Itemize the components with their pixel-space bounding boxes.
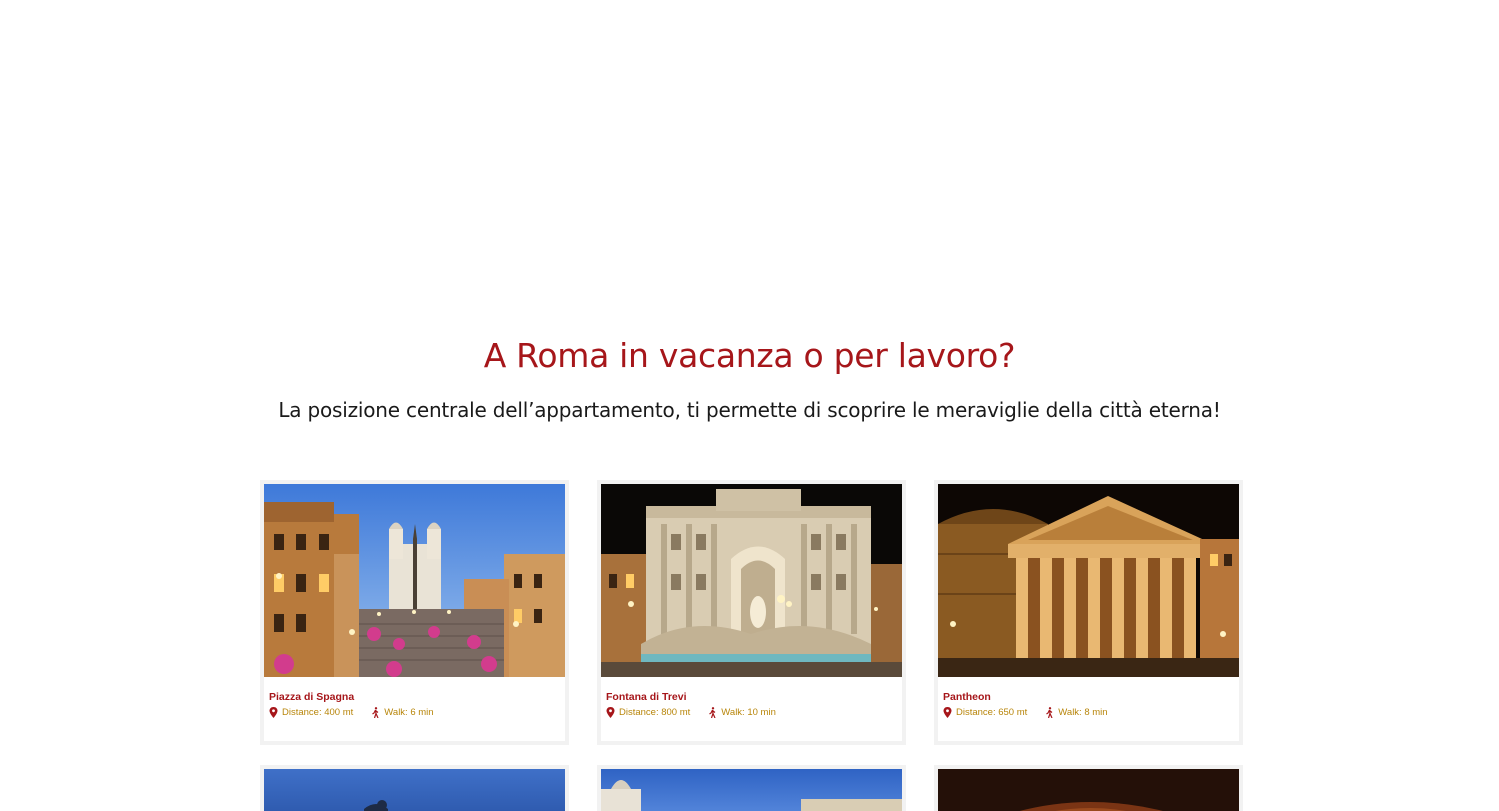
section-subtitle: La posizione centrale dell’appartamento,… bbox=[278, 398, 1221, 422]
walk-label: Walk: 8 min bbox=[1058, 707, 1108, 718]
attraction-card-row2-1[interactable] bbox=[260, 765, 569, 811]
attraction-meta: Distance: 800 mt Walk: 10 min bbox=[606, 706, 897, 719]
walking-person-icon bbox=[372, 707, 379, 718]
pantheon-photo[interactable] bbox=[938, 484, 1239, 677]
trevi-fountain-photo[interactable] bbox=[601, 484, 902, 677]
attraction-name[interactable]: Piazza di Spagna bbox=[269, 690, 560, 704]
attraction-card-fontana-di-trevi[interactable]: Fontana di Trevi Distance: 800 mt Walk: … bbox=[597, 480, 906, 745]
distance-label: Distance: 400 mt bbox=[282, 707, 354, 718]
map-pin-icon bbox=[606, 707, 615, 718]
page: A Roma in vacanza o per lavoro? La posiz… bbox=[0, 0, 1499, 811]
attraction-meta: Distance: 400 mt Walk: 6 min bbox=[269, 706, 560, 719]
attraction-card-pantheon[interactable]: Pantheon Distance: 650 mt Walk: 8 min bbox=[934, 480, 1243, 745]
attraction-card-row2-2[interactable] bbox=[597, 765, 906, 811]
attraction-meta: Distance: 650 mt Walk: 8 min bbox=[943, 706, 1234, 719]
spanish-steps-photo[interactable] bbox=[264, 484, 565, 677]
section-title: A Roma in vacanza o per lavoro? bbox=[483, 336, 1016, 375]
walking-person-icon bbox=[709, 707, 716, 718]
walk-label: Walk: 6 min bbox=[384, 707, 434, 718]
map-pin-icon bbox=[943, 707, 952, 718]
attraction-name[interactable]: Pantheon bbox=[943, 690, 1234, 704]
attraction-card-row2-3[interactable] bbox=[934, 765, 1243, 811]
walking-person-icon bbox=[1046, 707, 1053, 718]
attraction-photo[interactable] bbox=[938, 769, 1239, 811]
walk-label: Walk: 10 min bbox=[721, 707, 776, 718]
attraction-name[interactable]: Fontana di Trevi bbox=[606, 690, 897, 704]
attraction-card-piazza-di-spagna[interactable]: Piazza di Spagna Distance: 400 mt Walk: … bbox=[260, 480, 569, 745]
attraction-photo[interactable] bbox=[264, 769, 565, 811]
attraction-photo[interactable] bbox=[601, 769, 902, 811]
map-pin-icon bbox=[269, 707, 278, 718]
distance-label: Distance: 800 mt bbox=[619, 707, 691, 718]
distance-label: Distance: 650 mt bbox=[956, 707, 1028, 718]
